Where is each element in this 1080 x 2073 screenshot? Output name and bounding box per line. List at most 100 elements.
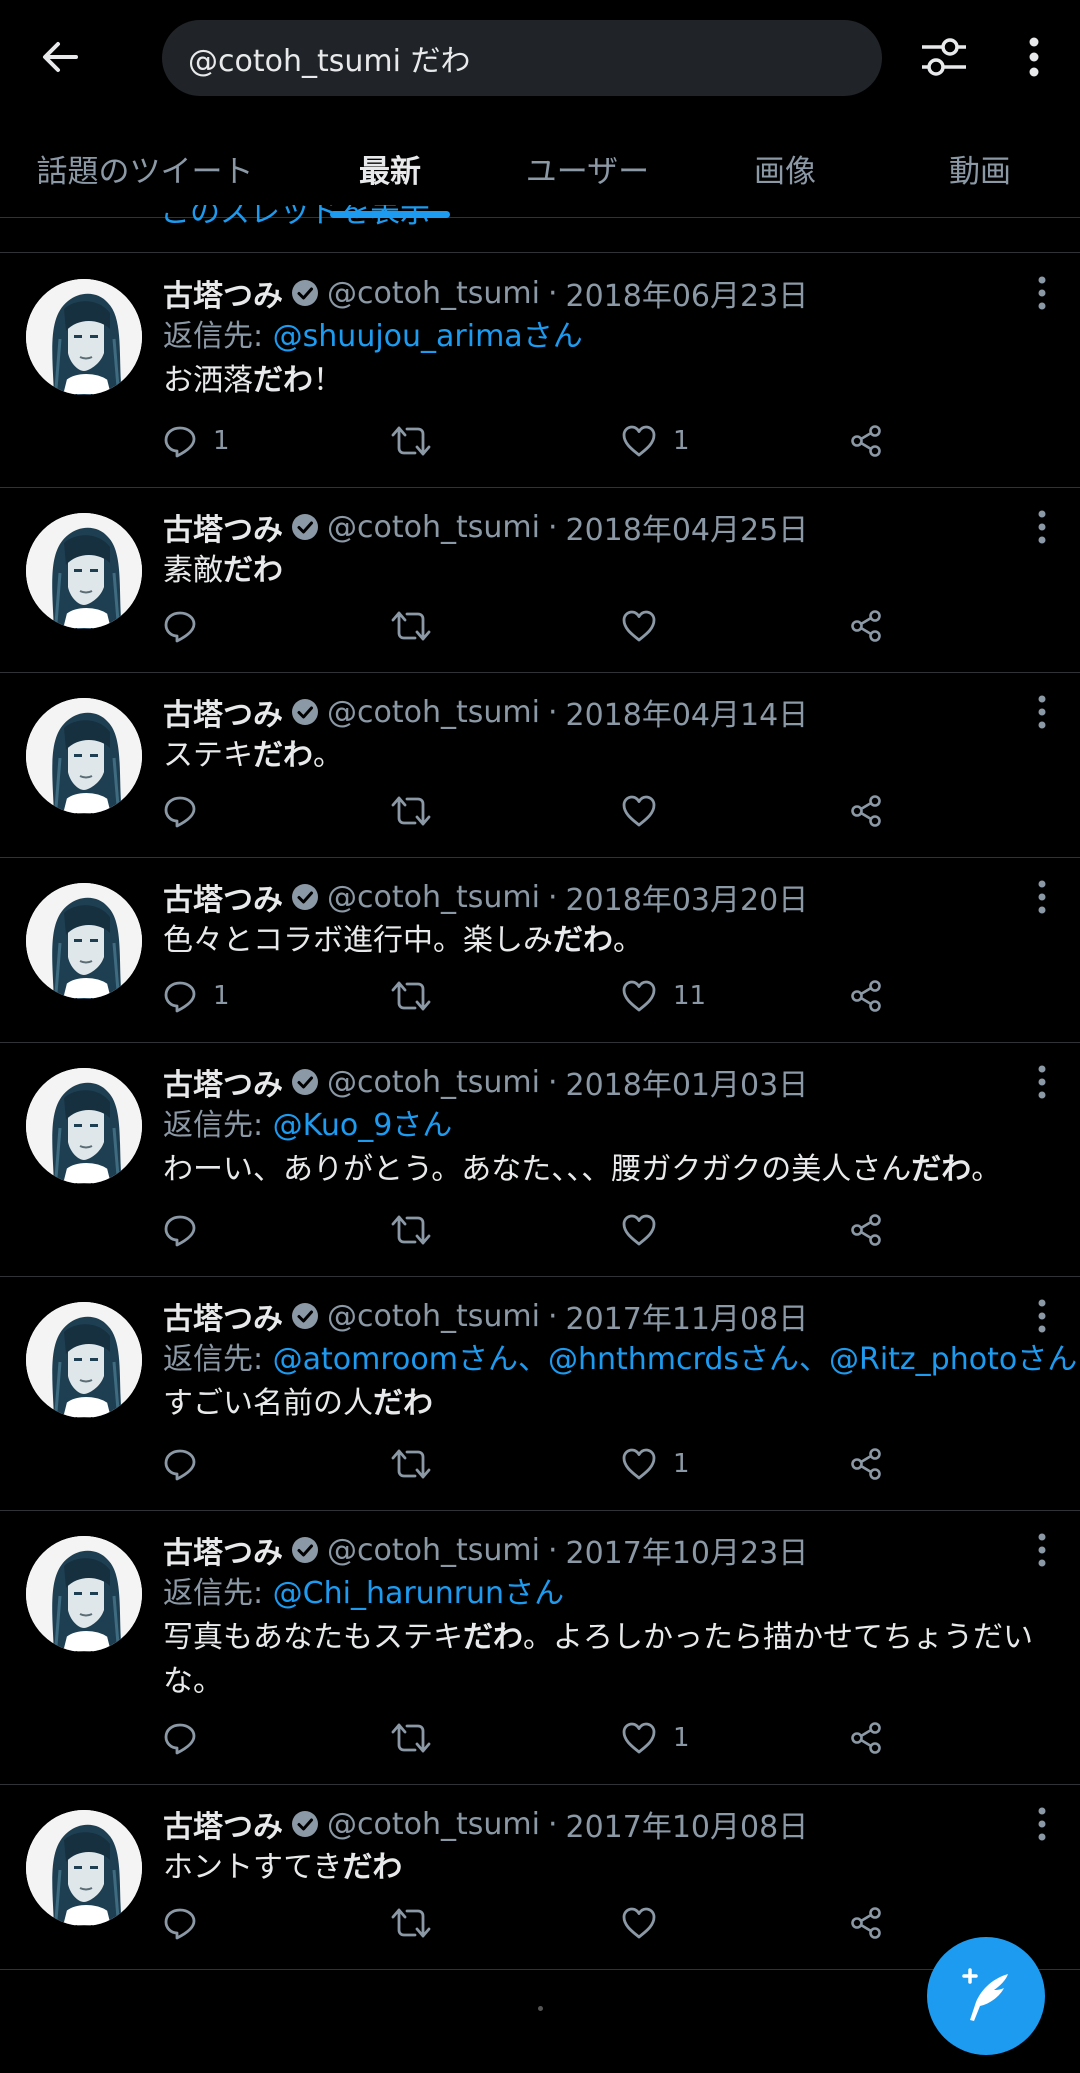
retweet-button[interactable] <box>391 421 447 461</box>
retweet-button[interactable] <box>391 1210 447 1250</box>
user-handle[interactable]: @cotoh_tsumi <box>327 510 540 545</box>
tab-videos[interactable]: 動画 <box>885 118 1075 218</box>
reply-to-link[interactable]: @atomroomさん、@hnthmcrdsさん、@Ritz_photoさん <box>273 1342 1078 1377</box>
display-name[interactable]: 古塔つみ <box>163 1528 283 1572</box>
tweet-menu-icon[interactable] <box>1034 273 1050 313</box>
reply-button[interactable] <box>163 791 213 831</box>
partial-thread-link[interactable]: このスレッドを表示 <box>160 205 460 225</box>
reply-to-link[interactable]: @Kuo_9さん <box>273 1108 453 1143</box>
reply-button[interactable]: 1 <box>163 421 230 461</box>
tweet-date[interactable]: 2018年01月03日 <box>566 1060 809 1104</box>
avatar[interactable] <box>26 698 142 814</box>
user-handle[interactable]: @cotoh_tsumi <box>327 1807 540 1842</box>
tweet[interactable]: 古塔つみ @cotoh_tsumi · 2018年06月23日 返信先: @sh… <box>0 253 1080 488</box>
like-button[interactable]: 11 <box>621 976 706 1016</box>
user-handle[interactable]: @cotoh_tsumi <box>327 1533 540 1568</box>
display-name[interactable]: 古塔つみ <box>163 1060 283 1104</box>
reply-button[interactable] <box>163 606 213 646</box>
user-handle[interactable]: @cotoh_tsumi <box>327 695 540 730</box>
retweet-button[interactable] <box>391 791 447 831</box>
tweet[interactable]: 古塔つみ @cotoh_tsumi · 2017年10月23日 返信先: @Ch… <box>0 1510 1080 1785</box>
reply-to-link[interactable]: @Chi_harunrunさん <box>273 1576 564 1611</box>
tweet[interactable]: 古塔つみ @cotoh_tsumi · 2018年01月03日 返信先: @Ku… <box>0 1042 1080 1277</box>
reply-button[interactable]: 1 <box>163 976 230 1016</box>
share-button[interactable] <box>849 976 883 1016</box>
top-bar: @cotoh_tsumi だわ <box>0 0 1080 118</box>
user-handle[interactable]: @cotoh_tsumi <box>327 276 540 311</box>
tweet[interactable]: 古塔つみ @cotoh_tsumi · 2017年10月08日 ホントすてきだわ <box>0 1784 1080 1970</box>
user-handle[interactable]: @cotoh_tsumi <box>327 880 540 915</box>
tweet-date[interactable]: 2017年11月08日 <box>566 1294 809 1338</box>
tweet-menu-icon[interactable] <box>1034 1530 1050 1570</box>
share-button[interactable] <box>849 1210 883 1250</box>
tweet[interactable]: 古塔つみ @cotoh_tsumi · 2017年11月08日 返信先: @at… <box>0 1276 1080 1511</box>
tab-top-tweets[interactable]: 話題のツイート <box>0 118 290 218</box>
tweet-content: 古塔つみ @cotoh_tsumi · 2017年10月23日 返信先: @Ch… <box>163 1528 1050 1704</box>
avatar[interactable] <box>26 1536 142 1652</box>
compose-tweet-button[interactable] <box>927 1937 1045 2055</box>
like-button[interactable]: 1 <box>621 1718 690 1758</box>
like-button[interactable] <box>621 791 673 831</box>
back-arrow-icon[interactable] <box>30 27 90 87</box>
like-button[interactable] <box>621 1903 673 1943</box>
share-button[interactable] <box>849 1718 883 1758</box>
user-handle[interactable]: @cotoh_tsumi <box>327 1299 540 1334</box>
tweet-date[interactable]: 2017年10月23日 <box>566 1528 809 1572</box>
tab-users[interactable]: ユーザー <box>490 118 685 218</box>
share-button[interactable] <box>849 1444 883 1484</box>
share-button[interactable] <box>849 606 883 646</box>
tweet-date[interactable]: 2018年03月20日 <box>566 875 809 919</box>
tweet-menu-icon[interactable] <box>1034 507 1050 547</box>
display-name[interactable]: 古塔つみ <box>163 505 283 549</box>
display-name[interactable]: 古塔つみ <box>163 1802 283 1846</box>
tweet-menu-icon[interactable] <box>1034 877 1050 917</box>
avatar[interactable] <box>26 1068 142 1184</box>
retweet-button[interactable] <box>391 1903 447 1943</box>
tweet-date[interactable]: 2017年10月08日 <box>566 1802 809 1846</box>
share-button[interactable] <box>849 1903 883 1943</box>
tweet-header: 古塔つみ @cotoh_tsumi · 2018年04月14日 <box>163 690 1050 734</box>
retweet-button[interactable] <box>391 1718 447 1758</box>
tweet-date[interactable]: 2018年04月14日 <box>566 690 809 734</box>
avatar[interactable] <box>26 883 142 999</box>
reply-button[interactable] <box>163 1903 213 1943</box>
verified-badge-icon <box>292 1537 318 1563</box>
tweet-menu-icon[interactable] <box>1034 692 1050 732</box>
tweet-menu-icon[interactable] <box>1034 1804 1050 1844</box>
like-button[interactable] <box>621 1210 673 1250</box>
display-name[interactable]: 古塔つみ <box>163 690 283 734</box>
avatar[interactable] <box>26 279 142 395</box>
avatar[interactable] <box>26 1302 142 1418</box>
tweet[interactable]: 古塔つみ @cotoh_tsumi · 2018年03月20日 色々とコラボ進行… <box>0 857 1080 1043</box>
tweet-menu-icon[interactable] <box>1034 1296 1050 1336</box>
tweet-date[interactable]: 2018年04月25日 <box>566 505 809 549</box>
avatar[interactable] <box>26 513 142 629</box>
like-button[interactable] <box>621 606 673 646</box>
reply-prefix: 返信先: <box>163 1342 273 1377</box>
like-button[interactable]: 1 <box>621 1444 690 1484</box>
more-vertical-icon[interactable] <box>1010 27 1058 87</box>
tweet-menu-icon[interactable] <box>1034 1062 1050 1102</box>
share-button[interactable] <box>849 421 883 461</box>
retweet-button[interactable] <box>391 1444 447 1484</box>
tweet-date[interactable]: 2018年06月23日 <box>566 271 809 315</box>
display-name[interactable]: 古塔つみ <box>163 271 283 315</box>
tweet[interactable]: 古塔つみ @cotoh_tsumi · 2018年04月14日 ステキだわ。 <box>0 672 1080 858</box>
retweet-button[interactable] <box>391 606 447 646</box>
display-name[interactable]: 古塔つみ <box>163 1294 283 1338</box>
share-button[interactable] <box>849 791 883 831</box>
avatar[interactable] <box>26 1810 142 1926</box>
display-name[interactable]: 古塔つみ <box>163 875 283 919</box>
reply-button[interactable] <box>163 1444 213 1484</box>
filter-sliders-icon[interactable] <box>914 27 974 87</box>
tab-images[interactable]: 画像 <box>685 118 885 218</box>
user-handle[interactable]: @cotoh_tsumi <box>327 1065 540 1100</box>
like-button[interactable]: 1 <box>621 421 690 461</box>
tweet[interactable]: 古塔つみ @cotoh_tsumi · 2018年04月25日 素敵だわ <box>0 487 1080 673</box>
reply-to-link[interactable]: @shuujou_arimaさん <box>273 319 583 354</box>
reply-button[interactable] <box>163 1718 213 1758</box>
search-input[interactable]: @cotoh_tsumi だわ <box>162 20 882 96</box>
tab-latest[interactable]: 最新 <box>290 118 490 218</box>
reply-button[interactable] <box>163 1210 213 1250</box>
retweet-button[interactable] <box>391 976 447 1016</box>
